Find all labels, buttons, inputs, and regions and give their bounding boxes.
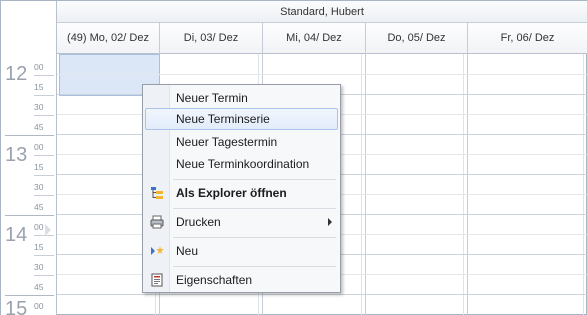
minute-label: 30: [34, 262, 44, 272]
tick-line: [34, 155, 54, 156]
minute-label: 15: [34, 242, 44, 252]
tick-line: [34, 235, 54, 236]
menu-item-label: Neue Terminserie: [176, 112, 270, 126]
hour-label-14: 14: [5, 224, 28, 246]
printer-icon: [150, 215, 164, 229]
tick-line: [34, 275, 54, 276]
minute-label: 00: [34, 301, 44, 311]
menu-item-print[interactable]: Drucken: [145, 211, 338, 233]
hour-label-15: 15: [5, 298, 28, 315]
menu-item-label: Neu: [176, 244, 199, 258]
menu-item-new-all-day-event[interactable]: Neuer Tagestermin: [145, 131, 338, 153]
context-menu: Neuer Termin Neue Terminserie Neuer Tage…: [142, 84, 341, 293]
minute-label: 15: [34, 82, 44, 92]
menu-item-label: Neue Terminkoordination: [176, 157, 310, 171]
minute-label: 45: [34, 282, 44, 292]
menu-separator: [173, 208, 336, 209]
hour-line: [5, 215, 54, 216]
day-headers: (49) Mo, 02/ Dez Di, 03/ Dez Mi, 04/ Dez…: [57, 23, 587, 54]
day-header[interactable]: Mi, 04/ Dez: [263, 23, 366, 54]
current-time-indicator: [45, 224, 51, 236]
hour-line: [5, 135, 54, 136]
menu-item-label: Neuer Termin: [176, 91, 248, 105]
menu-item-label: Als Explorer öffnen: [176, 186, 287, 200]
menu-separator: [173, 237, 336, 238]
menu-item-label: Drucken: [176, 215, 221, 229]
day-header[interactable]: Di, 03/ Dez: [160, 23, 263, 54]
menu-item-label: Eigenschaften: [176, 273, 253, 287]
minute-label: 30: [34, 182, 44, 192]
tick-line: [34, 255, 54, 256]
minute-label: 30: [34, 102, 44, 112]
hour-line: [5, 295, 54, 296]
tick-line: [34, 115, 54, 116]
tick-line: [34, 95, 54, 96]
tick-line: [34, 75, 54, 76]
hour-label-13: 13: [5, 144, 28, 166]
minute-label: 15: [34, 162, 44, 172]
menu-item-properties[interactable]: Eigenschaften: [145, 269, 338, 291]
menu-item-new-meeting-request[interactable]: Neue Terminkoordination: [145, 153, 338, 175]
explorer-icon: [150, 186, 164, 200]
day-header[interactable]: Fr, 06/ Dez: [468, 23, 587, 54]
calendar-owner-header: Standard, Hubert: [57, 1, 587, 23]
minute-label: 45: [34, 202, 44, 212]
tick-line: [34, 195, 54, 196]
submenu-arrow-icon: [328, 218, 332, 226]
minute-label: 00: [34, 62, 44, 72]
menu-item-open-as-explorer[interactable]: Als Explorer öffnen: [145, 182, 338, 204]
day-header[interactable]: (49) Mo, 02/ Dez: [57, 23, 160, 54]
hour-label-12: 12: [5, 63, 28, 85]
menu-item-new[interactable]: Neu: [145, 240, 338, 262]
minute-label: 45: [34, 122, 44, 132]
menu-item-new-recurring-appointment[interactable]: Neue Terminserie: [145, 108, 338, 130]
slot-line: [57, 74, 587, 75]
menu-separator: [173, 179, 336, 180]
tick-line: [34, 175, 54, 176]
menu-item-new-appointment[interactable]: Neuer Termin: [145, 87, 338, 109]
menu-item-label: Neuer Tagestermin: [176, 135, 278, 149]
properties-icon: [150, 273, 164, 287]
new-icon: [150, 244, 164, 258]
menu-separator: [173, 266, 336, 267]
slot-line: [57, 294, 587, 295]
time-column: 12 00 15 30 45 13 00 15 30 45 14 00 15 3…: [1, 1, 57, 315]
minute-label: 00: [34, 142, 44, 152]
day-header[interactable]: Do, 05/ Dez: [366, 23, 468, 54]
calendar-day-view: 12 00 15 30 45 13 00 15 30 45 14 00 15 3…: [0, 0, 587, 315]
